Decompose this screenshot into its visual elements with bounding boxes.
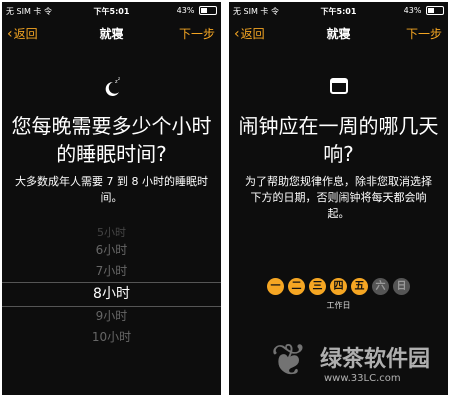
day-toggle[interactable]: 六	[372, 278, 389, 295]
sleep-hours-screen: 无 SIM 卡 令 下午5:01 43% ‹返回 就寝 下一步 z z 您每晚需…	[2, 2, 221, 395]
day-toggle[interactable]: 二	[288, 278, 305, 295]
picker-option-selected[interactable]: 8小时	[2, 282, 221, 306]
day-toggle[interactable]: 四	[330, 278, 347, 295]
watermark: ❦ 绿茶软件园 www.33LC.com	[264, 333, 444, 397]
picker-option[interactable]: 7小时	[2, 261, 221, 282]
battery-icon	[199, 6, 217, 15]
picker-option[interactable]: 10小时	[2, 327, 221, 348]
page-description: 为了帮助您规律作息，除非您取消选择下方的日期，否则闹钟将每天都会响起。	[245, 175, 432, 220]
status-bar: 无 SIM 卡 令 下午5:01 43%	[2, 2, 221, 20]
battery-percent: 43%	[176, 6, 195, 15]
picker-option[interactable]: 6小时	[2, 240, 221, 261]
status-bar: 无 SIM 卡 令 下午5:01 43%	[229, 2, 448, 20]
leaf-logo-icon: ❦	[270, 335, 308, 386]
svg-text:z: z	[118, 76, 120, 81]
battery-indicator: 43%	[404, 6, 444, 15]
moon-icon: z z	[2, 76, 221, 103]
battery-percent: 43%	[403, 6, 422, 15]
battery-indicator: 43%	[177, 6, 217, 15]
days-caption: 工作日	[326, 301, 351, 310]
picker-option[interactable]: 5小时	[2, 226, 221, 240]
day-toggle[interactable]: 一	[267, 278, 284, 295]
nav-bar: ‹返回 就寝 下一步	[229, 22, 448, 44]
page-description: 大多数成年人需要 7 到 8 小时的睡眠时间。	[15, 175, 208, 204]
picker-option[interactable]: 9小时	[2, 306, 221, 327]
watermark-title: 绿茶软件园	[320, 347, 431, 372]
nav-bar: ‹返回 就寝 下一步	[2, 22, 221, 44]
next-button[interactable]: 下一步	[179, 25, 215, 42]
watermark-url: www.33LC.com	[324, 373, 401, 384]
day-toggle[interactable]: 三	[309, 278, 326, 295]
weekday-selector: 一二三四五六日	[229, 274, 448, 295]
calendar-icon	[229, 76, 448, 101]
page-heading: 闹钟应在一周的哪几天响?	[238, 114, 439, 166]
page-heading: 您每晚需要多少个小时的睡眠时间?	[11, 114, 212, 166]
battery-icon	[426, 6, 444, 15]
hours-picker[interactable]: 5小时 6小时 7小时 8小时 9小时 10小时	[2, 226, 221, 348]
day-toggle[interactable]: 五	[351, 278, 368, 295]
day-toggle[interactable]: 日	[393, 278, 410, 295]
next-button[interactable]: 下一步	[406, 25, 442, 42]
